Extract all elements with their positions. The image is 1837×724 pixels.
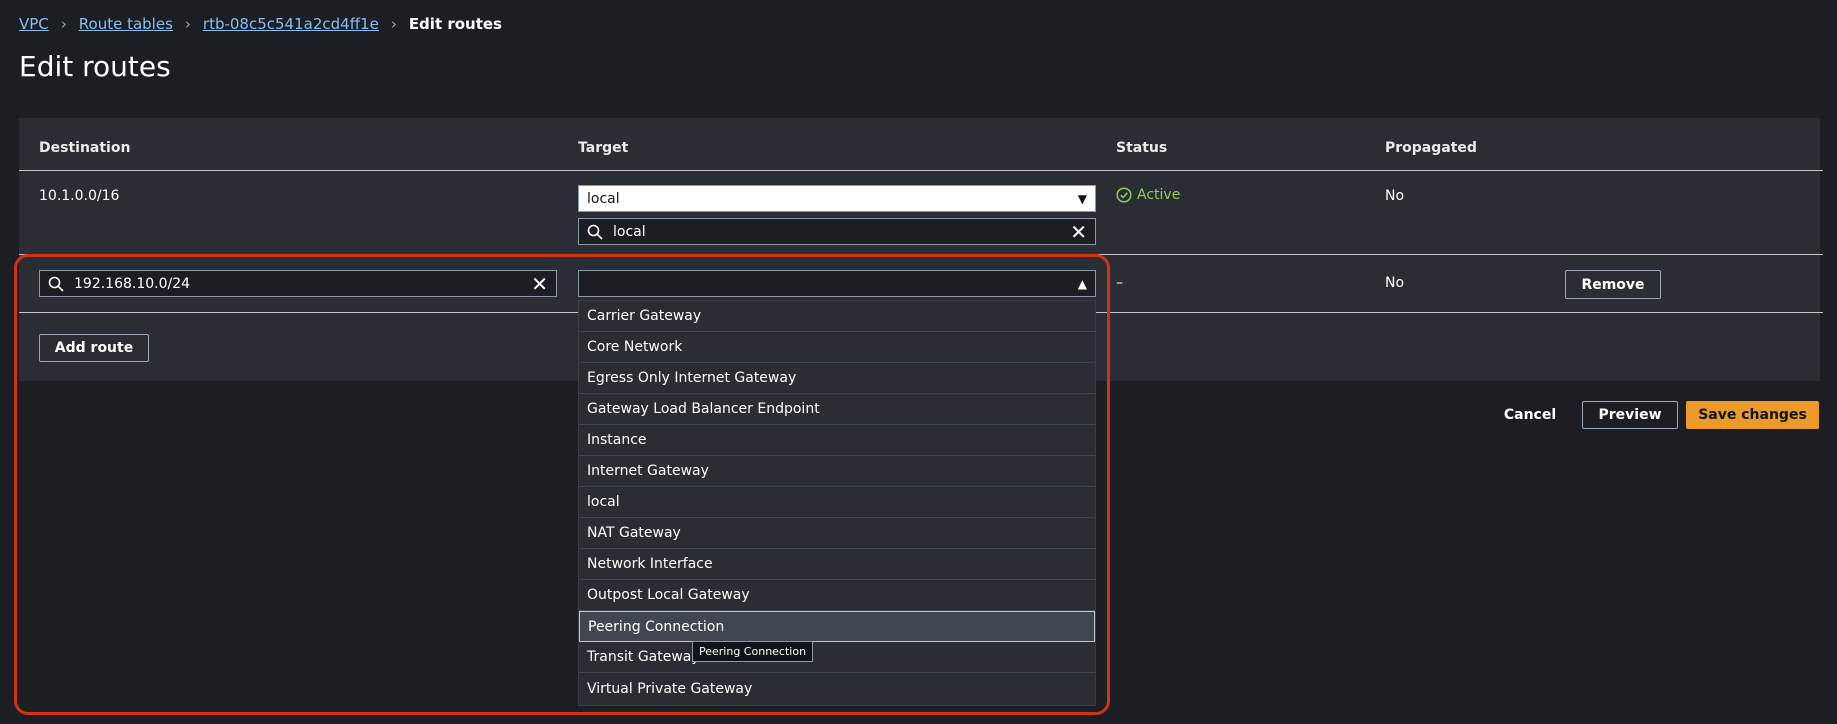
check-circle-icon	[1116, 187, 1132, 203]
caret-down-icon: ▼	[1077, 191, 1087, 206]
row1-target-value: local	[587, 190, 620, 207]
breadcrumb-route-tables-link[interactable]: Route tables	[79, 15, 173, 33]
row1-propagated: No	[1385, 188, 1405, 204]
breadcrumb: VPC › Route tables › rtb-08c5c541a2cd4ff…	[19, 15, 502, 33]
dropdown-option-instance[interactable]: Instance	[579, 425, 1095, 456]
column-header-status: Status	[1116, 140, 1168, 156]
breadcrumb-current: Edit routes	[408, 15, 502, 33]
target-dropdown-menu: Carrier Gateway Core Network Egress Only…	[578, 300, 1096, 706]
search-icon	[48, 276, 64, 292]
preview-button[interactable]: Preview	[1582, 401, 1678, 429]
option-tooltip: Peering Connection	[692, 641, 814, 662]
search-icon	[587, 224, 603, 240]
row2-status: –	[1116, 275, 1123, 291]
dropdown-option-internet-gateway[interactable]: Internet Gateway	[579, 456, 1095, 487]
row1-target-select[interactable]: local ▼	[578, 185, 1096, 212]
add-route-button[interactable]: Add route	[39, 334, 149, 362]
caret-up-icon: ▲	[1077, 276, 1087, 291]
breadcrumb-vpc-link[interactable]: VPC	[19, 15, 49, 33]
dropdown-option-gateway-load-balancer-endpoint[interactable]: Gateway Load Balancer Endpoint	[579, 394, 1095, 425]
row2-propagated: No	[1385, 275, 1405, 291]
page-title: Edit routes	[19, 50, 171, 83]
dropdown-option-transit-gateway[interactable]: Transit Gateway	[579, 642, 1095, 673]
row2-target-select[interactable]: ▲	[578, 270, 1096, 297]
header-divider	[19, 170, 1823, 171]
close-icon[interactable]: ✕	[531, 274, 548, 294]
column-header-destination: Destination	[39, 140, 131, 156]
row1-target-filter[interactable]: local ✕	[578, 218, 1096, 245]
dropdown-option-carrier-gateway[interactable]: Carrier Gateway	[579, 301, 1095, 332]
chevron-right-icon: ›	[184, 15, 191, 33]
row1-destination: 10.1.0.0/16	[39, 188, 120, 204]
dropdown-option-egress-only-internet-gateway[interactable]: Egress Only Internet Gateway	[579, 363, 1095, 394]
cancel-button[interactable]: Cancel	[1495, 401, 1565, 429]
dropdown-option-network-interface[interactable]: Network Interface	[579, 549, 1095, 580]
row1-target-filter-text: local	[613, 223, 646, 240]
save-changes-button[interactable]: Save changes	[1686, 401, 1819, 429]
breadcrumb-route-table-id-link[interactable]: rtb-08c5c541a2cd4ff1e	[203, 15, 379, 33]
close-icon[interactable]: ✕	[1070, 222, 1087, 242]
dropdown-option-virtual-private-gateway[interactable]: Virtual Private Gateway	[579, 673, 1095, 704]
dropdown-option-nat-gateway[interactable]: NAT Gateway	[579, 518, 1095, 549]
dropdown-option-outpost-local-gateway[interactable]: Outpost Local Gateway	[579, 580, 1095, 611]
column-header-propagated: Propagated	[1385, 140, 1477, 156]
dropdown-option-core-network[interactable]: Core Network	[579, 332, 1095, 363]
column-header-target: Target	[578, 140, 629, 156]
row2-destination-value: 192.168.10.0/24	[74, 275, 191, 292]
row1-status-text: Active	[1137, 187, 1181, 203]
remove-button[interactable]: Remove	[1565, 270, 1661, 299]
dropdown-option-peering-connection[interactable]: Peering Connection	[579, 611, 1095, 642]
row1-status: Active	[1116, 187, 1180, 203]
chevron-right-icon: ›	[60, 15, 67, 33]
dropdown-option-local[interactable]: local	[579, 487, 1095, 518]
chevron-right-icon: ›	[390, 15, 397, 33]
row-divider	[19, 254, 1823, 255]
row2-destination-input[interactable]: 192.168.10.0/24 ✕	[39, 270, 557, 297]
